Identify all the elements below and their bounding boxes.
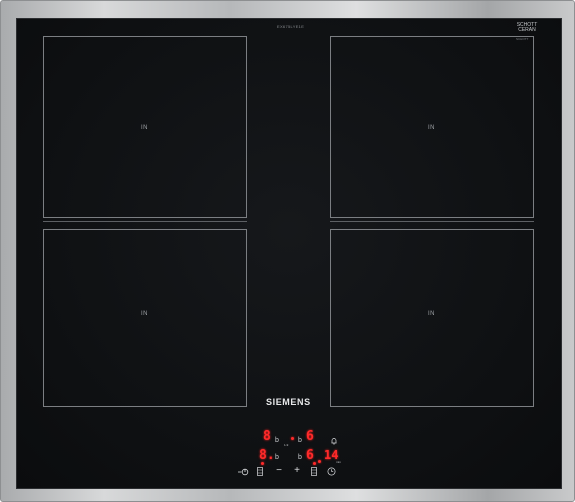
indicator-dot-row1 (291, 437, 294, 440)
indicator-dot-row2-left (261, 462, 264, 465)
brand-logo: SIEMENS (266, 397, 311, 407)
power-icon[interactable] (237, 468, 251, 476)
display-row1-right-digit: 6 (306, 429, 314, 444)
display-row2-right-digit: 6 (306, 448, 314, 463)
bell-icon[interactable] (330, 437, 339, 445)
zone-rear-right-bottom[interactable] (330, 229, 534, 407)
display-row1-left-b: b (275, 437, 279, 444)
zone-select-right-icon[interactable] (311, 467, 319, 476)
glass-brand-sub: SCHOTT (516, 37, 529, 41)
zone-mark-4: IN (428, 311, 435, 317)
display-middle-label: 1-9 (284, 443, 289, 447)
display-row2-left-digit: 8. (259, 448, 275, 463)
glass-brand-logo: SCHOTT CERAN (512, 23, 542, 33)
zone-divider-left (43, 221, 247, 222)
indicator-dot-row2-right (318, 460, 321, 463)
indicator-dot-row2-right-2 (313, 462, 316, 465)
display-row2-mid-b: b (298, 454, 302, 461)
model-number: EX675LYE1E (277, 24, 305, 29)
timer-unit: min (336, 460, 341, 464)
zone-rear-left-bottom[interactable] (43, 229, 247, 407)
plus-button[interactable]: + (291, 466, 303, 476)
display-row1-left-digit: 8 (263, 429, 271, 444)
zone-mark-3: IN (141, 311, 148, 317)
zone-divider-right (330, 221, 534, 222)
display-row2-left-b: b (275, 454, 279, 461)
ceramic-glass-surface: IN IN IN IN EX675LYE1E SCHOTT CERAN SCHO… (16, 18, 562, 489)
glass-brand-line2: CERAN (518, 27, 536, 33)
zone-select-icon[interactable] (257, 467, 265, 476)
minus-button[interactable]: − (273, 466, 285, 476)
display-row1-mid-b: b (298, 437, 302, 444)
zone-mark-2: IN (428, 125, 435, 131)
zone-mark-1: IN (141, 125, 148, 131)
timer-icon[interactable] (327, 467, 336, 476)
